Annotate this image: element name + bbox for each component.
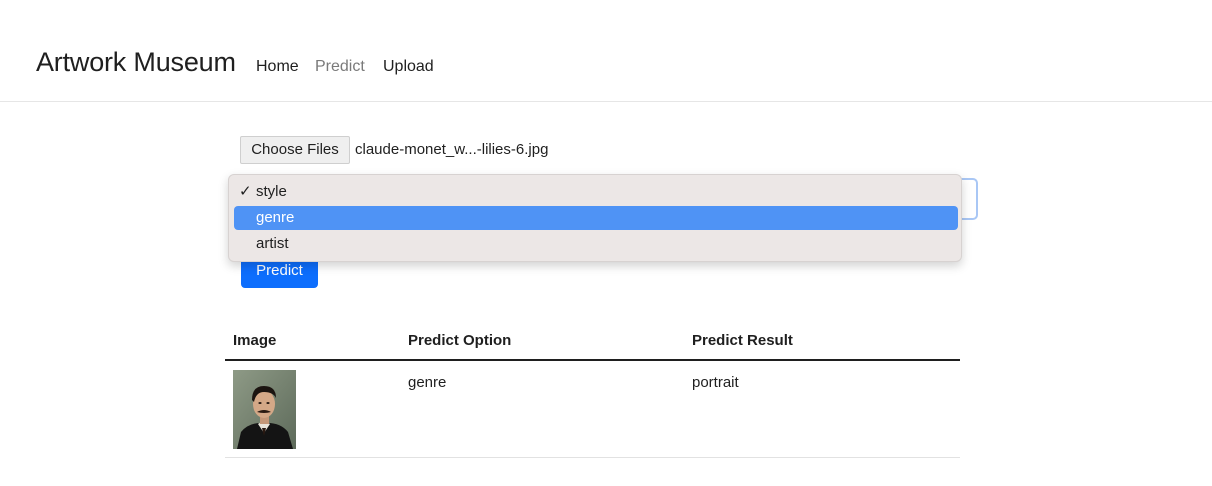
portrait-thumbnail-icon	[233, 370, 296, 449]
dropdown-option-artist[interactable]: artist	[234, 232, 958, 256]
checkmark-icon: ✓	[239, 183, 252, 200]
selected-file-name: claude-monet_w...-lilies-6.jpg	[355, 141, 549, 158]
brand-title[interactable]: Artwork Museum	[36, 46, 236, 78]
predict-option-dropdown: ✓ style genre artist	[228, 174, 962, 262]
dropdown-option-label: artist	[256, 235, 289, 252]
row-predict-option: genre	[408, 374, 447, 391]
dropdown-option-label: genre	[256, 209, 295, 226]
nav-link-upload[interactable]: Upload	[383, 57, 434, 77]
nav-link-predict[interactable]: Predict	[315, 57, 365, 77]
header-predict-option: Predict Option	[408, 332, 512, 349]
navbar: Artwork Museum Home Predict Upload	[0, 0, 1212, 102]
choose-files-button[interactable]: Choose Files	[240, 136, 350, 164]
table-header-divider	[225, 359, 960, 361]
table-row-divider	[225, 457, 960, 458]
nav-link-home[interactable]: Home	[256, 57, 299, 77]
dropdown-option-label: style	[256, 183, 287, 200]
predict-button[interactable]: Predict	[241, 260, 318, 288]
dropdown-option-genre[interactable]: genre	[234, 206, 958, 230]
row-predict-result: portrait	[692, 374, 739, 391]
dropdown-option-style[interactable]: ✓ style	[234, 180, 958, 204]
header-predict-result: Predict Result	[692, 332, 793, 349]
header-image: Image	[233, 332, 277, 349]
